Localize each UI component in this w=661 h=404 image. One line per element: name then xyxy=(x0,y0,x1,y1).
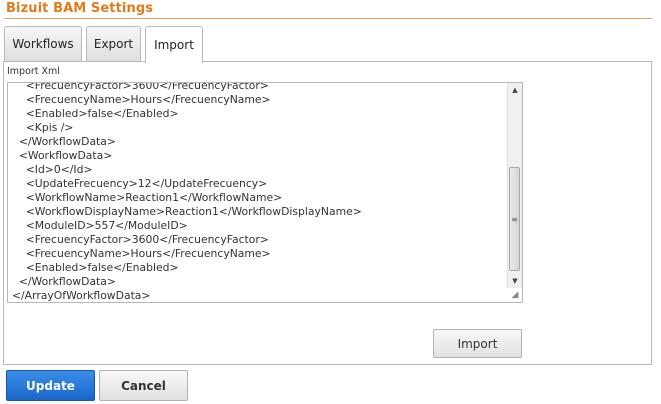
scroll-up-arrow-icon[interactable]: ▲ xyxy=(508,83,522,97)
title-divider xyxy=(4,18,652,19)
tab-workflows[interactable]: Workflows xyxy=(4,26,82,61)
page-title: Bizuit BAM Settings xyxy=(6,1,154,16)
scroll-thumb[interactable]: ≡ xyxy=(509,167,520,271)
vertical-scrollbar[interactable]: ▲ ≡ ▼ xyxy=(507,83,522,288)
import-xml-label: Import Xml xyxy=(7,66,60,77)
resize-grip-icon[interactable]: ◢ xyxy=(509,289,521,301)
update-button[interactable]: Update xyxy=(6,370,95,401)
import-xml-textarea[interactable]: <FrecuencyFactor>3600</FrecuencyFactor> … xyxy=(7,82,523,303)
grip-lines-icon: ≡ xyxy=(511,214,518,224)
cancel-button[interactable]: Cancel xyxy=(99,370,188,401)
import-xml-content[interactable]: <FrecuencyFactor>3600</FrecuencyFactor> … xyxy=(12,83,508,302)
tab-import[interactable]: Import xyxy=(145,26,203,63)
scroll-down-arrow-icon[interactable]: ▼ xyxy=(508,274,522,288)
tab-export[interactable]: Export xyxy=(86,26,141,61)
import-button[interactable]: Import xyxy=(433,329,522,358)
